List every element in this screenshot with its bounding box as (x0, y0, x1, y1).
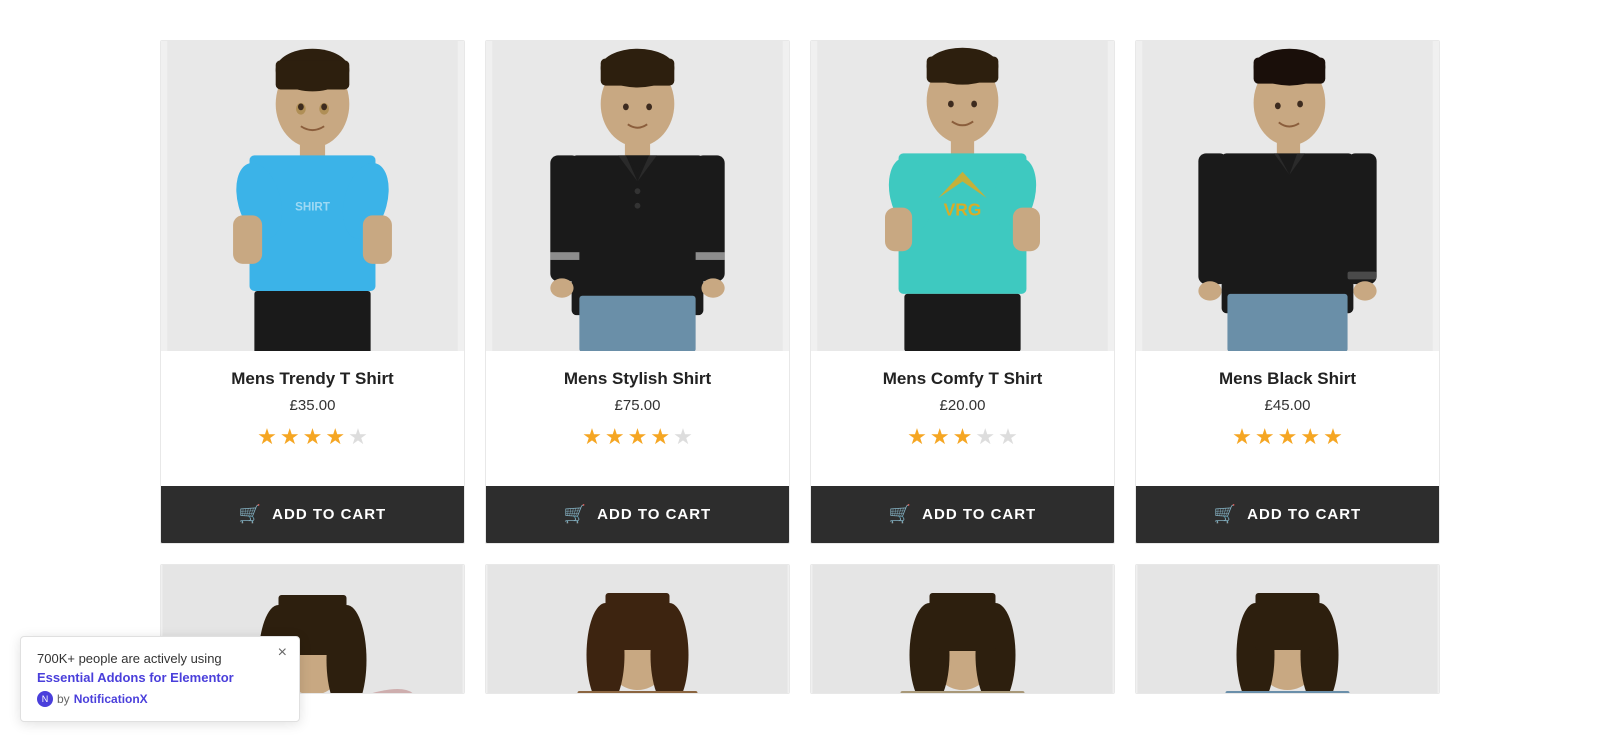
notification-brand-icon: N (37, 691, 53, 707)
add-to-cart-button-3[interactable]: 🛒 ADD TO CART (811, 486, 1114, 543)
notification-text: 700K+ people are actively using (37, 651, 263, 666)
partial-product-3 (810, 564, 1115, 694)
product-name-4: Mens Black Shirt (1152, 369, 1423, 389)
star-2-2: ★ (605, 424, 625, 450)
product-image-3: VRG (811, 41, 1114, 351)
product-price-3: £20.00 (827, 397, 1098, 414)
stars-1: ★ ★ ★ ★ ★ (177, 424, 448, 450)
star-2-5: ★ (673, 424, 693, 450)
star-3-4: ★ (975, 424, 995, 450)
partial-image-2 (486, 565, 789, 694)
add-to-cart-label-3: ADD TO CART (922, 506, 1036, 523)
cart-icon-4: 🛒 (1214, 504, 1237, 525)
product-name-3: Mens Comfy T Shirt (827, 369, 1098, 389)
product-card-3: VRG Mens Comfy T Shirt £20.00 ★ ★ (810, 40, 1115, 544)
svg-text:VRG: VRG (944, 199, 982, 219)
product-info-3: Mens Comfy T Shirt £20.00 ★ ★ ★ ★ ★ (811, 351, 1114, 486)
add-to-cart-button-2[interactable]: 🛒 ADD TO CART (486, 486, 789, 543)
notification-by: N by NotificationX (37, 691, 263, 707)
stars-3: ★ ★ ★ ★ ★ (827, 424, 1098, 450)
cart-icon-1: 🛒 (239, 504, 262, 525)
product-grid-bottom (160, 564, 1440, 704)
notification-link[interactable]: Essential Addons for Elementor (37, 670, 263, 685)
star-1-5: ★ (348, 424, 368, 450)
stars-2: ★ ★ ★ ★ ★ (502, 424, 773, 450)
star-1-4: ★ (325, 424, 345, 450)
product-card-2: Mens Stylish Shirt £75.00 ★ ★ ★ ★ ★ 🛒 AD… (485, 40, 790, 544)
product-image-1: SHIRT (161, 41, 464, 351)
add-to-cart-label-4: ADD TO CART (1247, 506, 1361, 523)
product-card-4: Mens Black Shirt £45.00 ★ ★ ★ ★ ★ 🛒 ADD … (1135, 40, 1440, 544)
notification-by-label: by (57, 692, 70, 706)
star-4-2: ★ (1255, 424, 1275, 450)
product-grid: SHIRT Mens Trendy T Shirt £35.00 (160, 0, 1440, 564)
partial-image-4 (1136, 565, 1439, 694)
star-1-2: ★ (280, 424, 300, 450)
add-to-cart-button-1[interactable]: 🛒 ADD TO CART (161, 486, 464, 543)
star-4-4: ★ (1300, 424, 1320, 450)
stars-4: ★ ★ ★ ★ ★ (1152, 424, 1423, 450)
star-2-1: ★ (582, 424, 602, 450)
product-price-4: £45.00 (1152, 397, 1423, 414)
product-info-1: Mens Trendy T Shirt £35.00 ★ ★ ★ ★ ★ (161, 351, 464, 486)
star-2-4: ★ (650, 424, 670, 450)
add-to-cart-button-4[interactable]: 🛒 ADD TO CART (1136, 486, 1439, 543)
product-name-1: Mens Trendy T Shirt (177, 369, 448, 389)
partial-product-2 (485, 564, 790, 694)
product-image-2 (486, 41, 789, 351)
star-3-5: ★ (998, 424, 1018, 450)
star-2-3: ★ (628, 424, 648, 450)
product-image-4 (1136, 41, 1439, 351)
product-card-1: SHIRT Mens Trendy T Shirt £35.00 (160, 40, 465, 544)
star-3-1: ★ (907, 424, 927, 450)
product-name-2: Mens Stylish Shirt (502, 369, 773, 389)
add-to-cart-label-1: ADD TO CART (272, 506, 386, 523)
partial-product-4 (1135, 564, 1440, 694)
star-1-1: ★ (257, 424, 277, 450)
product-info-4: Mens Black Shirt £45.00 ★ ★ ★ ★ ★ (1136, 351, 1439, 486)
cart-icon-3: 🛒 (889, 504, 912, 525)
notification-popup: × 700K+ people are actively using Essent… (20, 636, 300, 722)
star-3-2: ★ (930, 424, 950, 450)
star-4-1: ★ (1232, 424, 1252, 450)
notification-brand-name: NotificationX (74, 692, 148, 706)
svg-text:SHIRT: SHIRT (295, 201, 330, 214)
star-1-3: ★ (303, 424, 323, 450)
product-price-1: £35.00 (177, 397, 448, 414)
add-to-cart-label-2: ADD TO CART (597, 506, 711, 523)
star-4-3: ★ (1278, 424, 1298, 450)
product-price-2: £75.00 (502, 397, 773, 414)
star-4-5: ★ (1323, 424, 1343, 450)
cart-icon-2: 🛒 (564, 504, 587, 525)
notification-close-button[interactable]: × (278, 645, 287, 661)
product-info-2: Mens Stylish Shirt £75.00 ★ ★ ★ ★ ★ (486, 351, 789, 486)
star-3-3: ★ (953, 424, 973, 450)
partial-image-3 (811, 565, 1114, 694)
